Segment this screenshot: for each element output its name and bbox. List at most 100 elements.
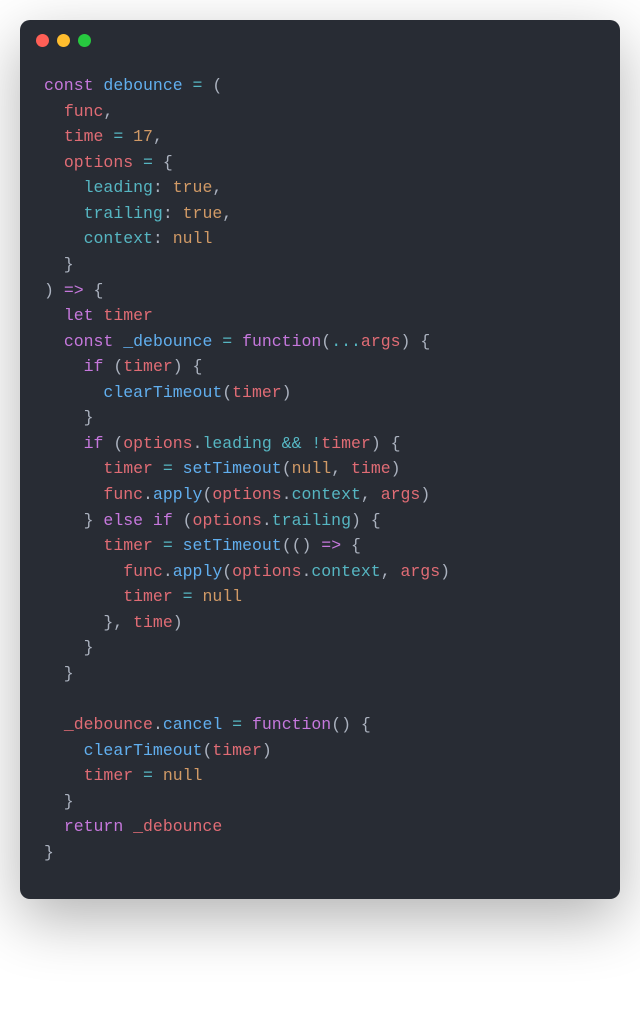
code-token [44, 357, 84, 376]
code-token: } [44, 792, 74, 811]
code-token: options [193, 511, 262, 530]
code-token: () { [331, 715, 371, 734]
close-icon[interactable] [36, 34, 49, 47]
code-token [44, 332, 64, 351]
code-token: trailing [272, 511, 351, 530]
code-token: timer [103, 536, 153, 555]
code-token: = [183, 587, 193, 606]
code-token: => [321, 536, 341, 555]
code-token: context [311, 562, 380, 581]
code-token: options [232, 562, 301, 581]
code-token: } [44, 408, 94, 427]
code-token: , [361, 485, 381, 504]
code-token: null [163, 766, 203, 785]
code-token [222, 715, 232, 734]
code-token: apply [153, 485, 203, 504]
code-token [44, 229, 84, 248]
code-token: let [64, 306, 104, 325]
code-token: = [143, 766, 153, 785]
code-token: ) [440, 562, 450, 581]
code-token [103, 127, 113, 146]
code-token: ( [202, 485, 212, 504]
code-token: else if [103, 511, 182, 530]
minimize-icon[interactable] [57, 34, 70, 47]
code-token: ! [311, 434, 321, 453]
code-token: options [64, 153, 133, 172]
code-token: options [123, 434, 192, 453]
code-token: . [282, 485, 292, 504]
code-token: clearTimeout [103, 383, 222, 402]
code-token [153, 536, 163, 555]
code-token [133, 766, 143, 785]
code-token [44, 102, 64, 121]
code-token: context [292, 485, 361, 504]
code-token: : [153, 178, 173, 197]
code-token: } [44, 664, 74, 683]
code-token: => [64, 281, 84, 300]
code-token: leading [202, 434, 271, 453]
code-token: if [84, 434, 114, 453]
code-token: ) { [371, 434, 401, 453]
code-token [173, 587, 183, 606]
code-token: function [252, 715, 331, 734]
code-token: { [341, 536, 361, 555]
code-token [44, 741, 84, 760]
code-token: 17 [133, 127, 153, 146]
code-token: return [64, 817, 133, 836]
code-token: time [133, 613, 173, 632]
code-token: ) [173, 613, 183, 632]
code-token: timer [232, 383, 282, 402]
code-token [242, 715, 252, 734]
code-token [44, 204, 84, 223]
code-token: ( [222, 383, 232, 402]
code-token: _debounce [64, 715, 153, 734]
code-token [183, 76, 193, 95]
code-token: true [173, 178, 213, 197]
code-token: ) [262, 741, 272, 760]
code-token: . [301, 562, 311, 581]
code-token: context [84, 229, 153, 248]
code-token: func [103, 485, 143, 504]
code-token [272, 434, 282, 453]
code-token: null [202, 587, 242, 606]
code-token: args [401, 562, 441, 581]
code-token: } [44, 255, 74, 274]
code-token: ( [113, 434, 123, 453]
code-token: func [64, 102, 104, 121]
code-token [44, 587, 123, 606]
code-token: { [84, 281, 104, 300]
code-token: ( [222, 562, 232, 581]
code-block: const debounce = ( func, time = 17, opti… [20, 55, 620, 899]
code-token: ( [202, 76, 222, 95]
code-token [232, 332, 242, 351]
code-window: const debounce = ( func, time = 17, opti… [20, 20, 620, 899]
maximize-icon[interactable] [78, 34, 91, 47]
code-token: _debounce [133, 817, 222, 836]
code-token: ( [113, 357, 123, 376]
code-token [153, 766, 163, 785]
code-token: , [222, 204, 232, 223]
code-token: = [232, 715, 242, 734]
code-token: true [183, 204, 223, 223]
code-token: } [44, 511, 103, 530]
code-token: timer [103, 306, 153, 325]
code-token: cancel [163, 715, 222, 734]
code-token: . [262, 511, 272, 530]
code-token: timer [321, 434, 371, 453]
code-token: setTimeout [183, 536, 282, 555]
code-token: : [153, 229, 173, 248]
code-token: , [153, 127, 163, 146]
code-token [44, 127, 64, 146]
code-token: debounce [103, 76, 182, 95]
code-token: timer [103, 459, 153, 478]
code-token: ) { [401, 332, 431, 351]
code-token: . [153, 715, 163, 734]
code-token: (() [282, 536, 322, 555]
code-token [153, 459, 163, 478]
code-token [44, 562, 123, 581]
code-token: leading [84, 178, 153, 197]
code-token: . [143, 485, 153, 504]
code-token [44, 178, 84, 197]
code-token: timer [212, 741, 262, 760]
code-token: timer [123, 587, 173, 606]
